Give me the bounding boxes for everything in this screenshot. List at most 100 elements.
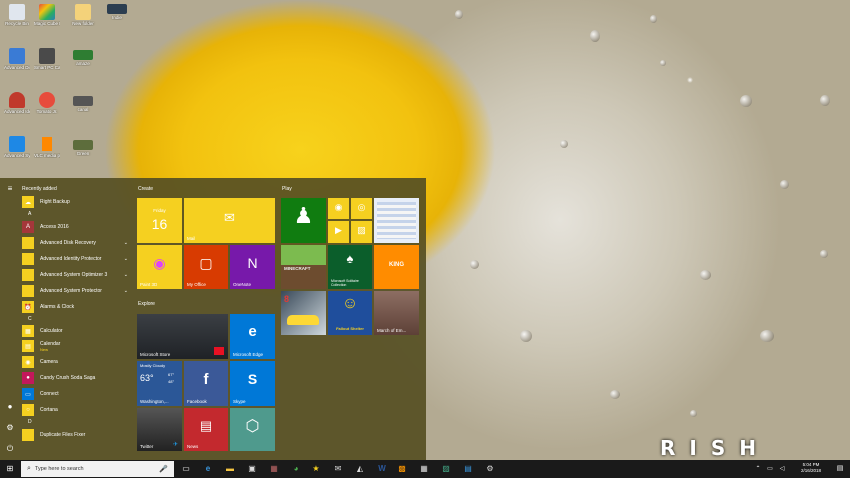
desktop-icon[interactable]: New folder	[70, 4, 96, 26]
volume-icon[interactable]: ◁	[776, 463, 788, 475]
desktop-icon[interactable]: Advanced System o...	[4, 136, 30, 158]
tray-chevron-icon[interactable]: ⌃	[752, 463, 764, 475]
app-icon[interactable]: ★	[310, 463, 322, 475]
app-list-item[interactable]: ◉ Camera	[22, 354, 132, 370]
minecraft-tile[interactable]: MINECRAFT	[281, 245, 326, 289]
vault-boy-icon: ☺	[341, 295, 359, 312]
twitter-tile[interactable]: Twitter ✈	[137, 408, 182, 451]
chrome-icon[interactable]: ◕	[290, 463, 302, 475]
desktop-icon[interactable]: Magic Cube Pro	[34, 4, 60, 26]
app-list-item[interactable]: ● Candy Crush Soda Saga	[22, 370, 132, 386]
app-list-item[interactable]: ⏰ Alarms & Clock	[22, 299, 132, 315]
march-of-empires-tile[interactable]: March of Em...	[374, 291, 419, 335]
desktop-icon[interactable]: Tomato Jr.	[34, 92, 60, 114]
edge-icon[interactable]: e	[202, 463, 214, 475]
hamburger-icon[interactable]: ≡	[5, 184, 15, 194]
xbox-tile[interactable]: ♟	[281, 198, 326, 243]
section-letter[interactable]: C	[22, 315, 132, 324]
skype-tile[interactable]: S Skype	[230, 361, 275, 406]
small-tile[interactable]: ▨	[351, 221, 372, 243]
onenote-tile[interactable]: N OneNote	[230, 245, 275, 289]
calendar-tile[interactable]: Friday 16	[137, 198, 182, 243]
app-list-item[interactable]: Advanced Identity Protector ⌄	[22, 251, 132, 267]
power-icon[interactable]: ⏻	[5, 444, 15, 454]
edge-icon: e	[248, 323, 257, 340]
desktop-icon[interactable]: Recycle Bin	[4, 4, 30, 26]
section-letter[interactable]: D	[22, 418, 132, 427]
fallout-shelter-tile[interactable]: ☺ Fallout Shelter	[328, 291, 372, 335]
paint3d-tile[interactable]: ◉ Paint 3D	[137, 245, 182, 289]
small-tile[interactable]: ◎	[351, 198, 372, 219]
app-list-item[interactable]: A Access 2016	[22, 219, 132, 235]
chevron-down-icon[interactable]: ⌄	[124, 240, 128, 246]
store-tile[interactable]: Microsoft Store	[137, 314, 228, 359]
small-tile[interactable]: ◉	[328, 198, 349, 219]
user-icon[interactable]: ●	[5, 402, 15, 412]
new-badge: New	[40, 346, 49, 352]
app-list-item[interactable]: Advanced Disk Recovery ⌄	[22, 235, 132, 251]
group-header-create[interactable]: Create	[138, 186, 153, 192]
facebook-tile[interactable]: f Facebook	[184, 361, 228, 406]
desktop-icon[interactable]: amaze	[70, 50, 96, 66]
desktop-icon[interactable]: Advanced Disk Reco...	[4, 48, 30, 70]
small-tile[interactable]: ▶	[328, 221, 349, 243]
search-box[interactable]: ⌕ Type here to search 🎤	[21, 461, 174, 477]
app-list-item[interactable]: ○ Cortana	[22, 402, 132, 418]
network-icon[interactable]: ▭	[764, 463, 776, 475]
desktop-icon[interactable]: Green	[70, 140, 96, 156]
settings-icon[interactable]: ⚙	[484, 463, 496, 475]
app-list-item[interactable]: ▦ Calculator	[22, 324, 132, 338]
folder-icon	[22, 285, 34, 297]
news-tile[interactable]: ▤ News	[184, 408, 228, 451]
app-list-item[interactable]: ▤ Calendar New	[22, 338, 132, 354]
connect-icon: ▭	[22, 388, 34, 400]
app-icon[interactable]: ▤	[462, 463, 474, 475]
mail-tile[interactable]: ✉ Mail	[184, 198, 275, 243]
app-list-item[interactable]: Advanced System Protector ⌄	[22, 283, 132, 299]
candy-crush-icon: ●	[22, 372, 34, 384]
app-tile[interactable]: ⬡	[230, 408, 275, 451]
app-icon[interactable]: ◭	[354, 463, 366, 475]
section-letter[interactable]: A	[22, 210, 132, 219]
app-list-item[interactable]: Advanced System Optimizer 3 ⌄	[22, 267, 132, 283]
group-header-explore[interactable]: Explore	[138, 301, 155, 307]
settings-icon[interactable]: ⚙	[5, 423, 15, 433]
windows-start-icon[interactable]: ⊞	[4, 463, 16, 475]
chevron-down-icon[interactable]: ⌄	[124, 288, 128, 294]
group-header-play[interactable]: Play	[282, 186, 292, 192]
chevron-down-icon[interactable]: ⌄	[124, 272, 128, 278]
king-tile[interactable]: KING	[374, 245, 419, 289]
app-list-item[interactable]: ▭ Connect	[22, 386, 132, 402]
app-list-item[interactable]: ☁ Right Backup	[22, 194, 132, 210]
file-explorer-icon[interactable]: ▬	[224, 463, 236, 475]
solitaire-tile[interactable]: ♠ Microsoft Solitaire Collection	[328, 245, 372, 289]
myoffice-tile[interactable]: ▢ My Office	[184, 245, 228, 289]
calendar-date: 16	[151, 216, 168, 232]
asphalt-tile[interactable]: 8	[281, 291, 326, 335]
clock[interactable]: 5:04 PM 2/16/2018	[790, 462, 832, 474]
desktop-icon[interactable]: canal	[70, 96, 96, 112]
app-icon[interactable]: ▦	[268, 463, 280, 475]
car-icon	[287, 315, 319, 325]
app-icon[interactable]: ▩	[396, 463, 408, 475]
desktop-icon[interactable]: VLC media player	[34, 136, 60, 158]
weather-low: 48°	[168, 379, 175, 384]
task-view-icon[interactable]: ▭	[180, 463, 192, 475]
app-list-item[interactable]: Duplicate Files Fixer	[22, 427, 132, 443]
desktop-icon[interactable]: Advanced Identity P...	[4, 92, 30, 114]
mail-icon[interactable]: ✉	[332, 463, 344, 475]
chevron-down-icon[interactable]: ⌄	[124, 256, 128, 262]
action-center-icon[interactable]: ▤	[834, 463, 846, 475]
desktop-icon[interactable]: Smart PC Care	[34, 48, 60, 70]
image-icon	[73, 140, 93, 150]
photos-icon: ▨	[357, 225, 366, 235]
screenshot-tile[interactable]	[374, 198, 419, 243]
weather-tile[interactable]: Mostly Cloudy 63° 67° 48° Washington,...	[137, 361, 182, 406]
word-icon[interactable]: W	[376, 463, 388, 475]
desktop-icon[interactable]: Indie	[104, 4, 130, 20]
calculator-icon[interactable]: ▦	[418, 463, 430, 475]
photos-icon[interactable]: ▨	[440, 463, 452, 475]
edge-tile[interactable]: e Microsoft Edge	[230, 314, 275, 359]
store-icon[interactable]: ▣	[246, 463, 258, 475]
microphone-icon[interactable]: 🎤	[159, 465, 168, 473]
